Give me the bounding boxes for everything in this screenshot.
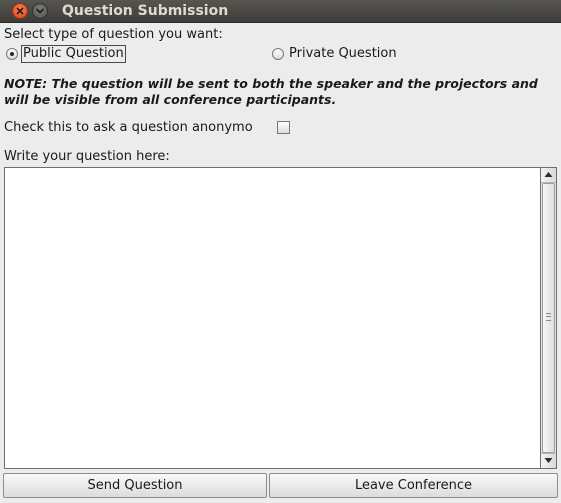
scroll-up-button[interactable]	[541, 168, 556, 183]
grip-icon	[546, 313, 551, 321]
title-bar[interactable]: Question Submission	[0, 0, 561, 23]
form-panel: Select type of question you want: Public…	[0, 23, 561, 503]
scroll-thumb[interactable]	[542, 183, 555, 453]
radio-public-indicator[interactable]	[6, 48, 18, 60]
question-label: Write your question here:	[4, 149, 170, 164]
minimize-button[interactable]	[32, 3, 48, 19]
leave-conference-button[interactable]: Leave Conference	[269, 473, 558, 498]
close-icon	[16, 7, 24, 15]
arrow-up-icon	[544, 172, 553, 177]
question-type-label: Select type of question you want:	[4, 27, 223, 42]
anonymous-checkbox[interactable]	[277, 121, 290, 134]
question-submission-window: Question Submission Select type of quest…	[0, 0, 561, 503]
radio-private-label: Private Question	[289, 46, 397, 61]
radio-private-indicator[interactable]	[272, 48, 284, 60]
send-question-button[interactable]: Send Question	[3, 473, 267, 498]
arrow-down-icon	[544, 458, 553, 463]
scroll-down-button[interactable]	[541, 453, 556, 468]
note-text: NOTE: The question will be sent to both …	[4, 76, 538, 107]
question-textarea[interactable]	[4, 167, 541, 469]
close-button[interactable]	[12, 3, 28, 19]
minimize-icon	[36, 8, 44, 14]
radio-public-label: Public Question	[21, 45, 126, 63]
window-title: Question Submission	[62, 3, 229, 19]
question-scrollbar[interactable]	[541, 167, 557, 469]
anonymous-label: Check this to ask a question anonymo	[4, 120, 253, 135]
